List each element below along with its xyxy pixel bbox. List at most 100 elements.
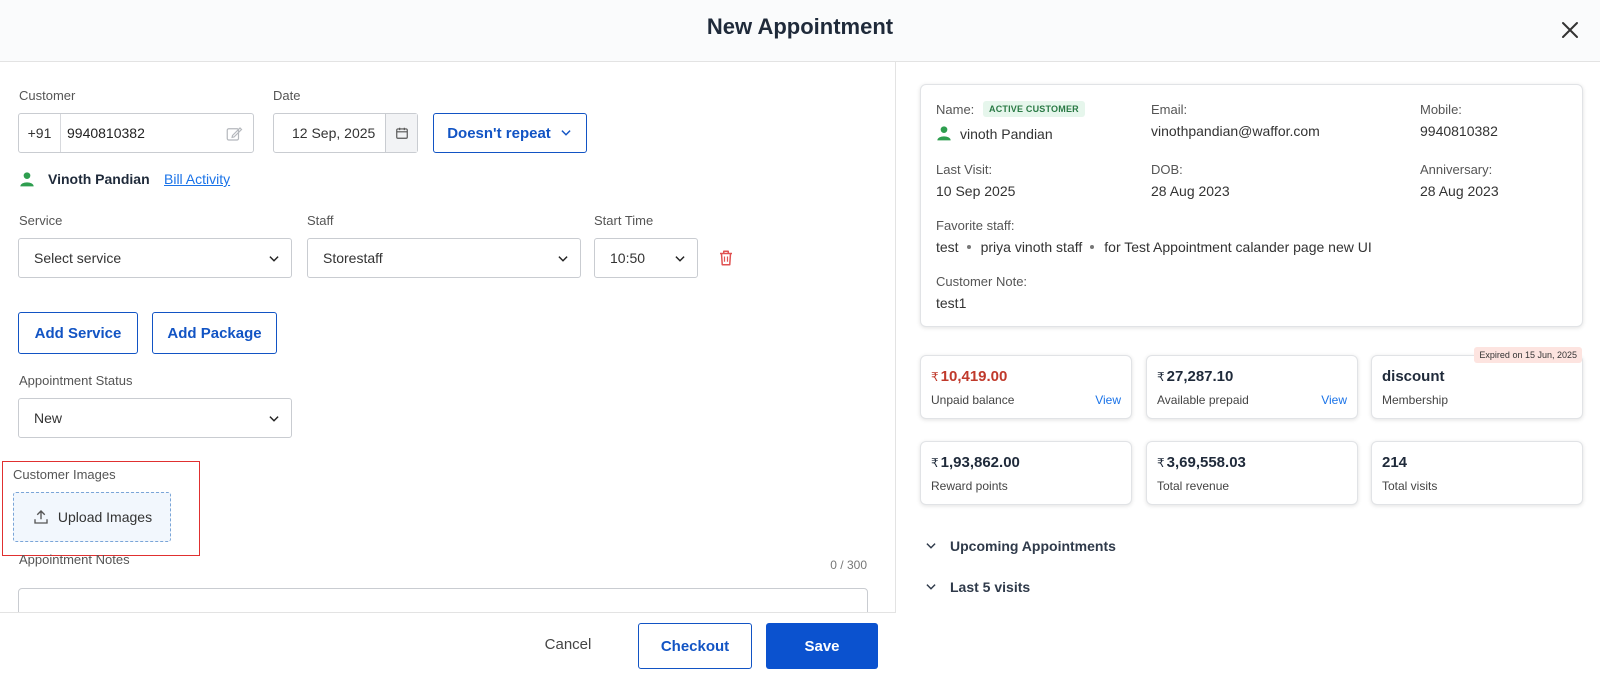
last-visits-label: Last 5 visits: [950, 579, 1031, 595]
favorite-staff-item: test: [936, 239, 959, 255]
membership-card: Expired on 15 Jun, 2025 discount Members…: [1371, 347, 1583, 419]
separator-dot: [1090, 245, 1095, 249]
revenue-amount: ₹3,69,558.03: [1157, 454, 1246, 471]
checkout-button[interactable]: Checkout: [638, 623, 752, 669]
profile-email: vinothpandian@waffor.com: [1151, 123, 1320, 139]
favorite-staff-label: Favorite staff:: [936, 218, 1015, 233]
chevron-down-icon: [558, 256, 568, 262]
favorite-staff-item: for Test Appointment calander page new U…: [1104, 239, 1372, 255]
bill-activity-link[interactable]: Bill Activity: [164, 171, 230, 187]
repeat-label: Doesn't repeat: [447, 124, 551, 142]
visits-amount: 214: [1382, 454, 1408, 471]
phone-prefix: +91: [19, 114, 61, 152]
prepaid-card: ₹27,287.10 Available prepaid View: [1146, 355, 1358, 419]
profile-dob: 28 Aug 2023: [1151, 183, 1230, 199]
reward-amount: ₹1,93,862.00: [931, 454, 1020, 471]
profile-last-visit: 10 Sep 2025: [936, 183, 1016, 199]
chevron-down-icon: [926, 584, 936, 590]
membership-expiry-badge: Expired on 15 Jun, 2025: [1474, 347, 1582, 363]
favorite-staff-list: test priya vinoth staff for Test Appoint…: [936, 239, 1372, 255]
chevron-down-icon: [675, 256, 685, 262]
customer-profile-card: Name: ACTIVE CUSTOMER vinoth Pandian Ema…: [920, 84, 1583, 327]
appointment-form: Customer +91 9940810382 Date 12 Sep, 202…: [0, 62, 896, 676]
person-icon: [20, 172, 34, 187]
service-label: Service: [19, 213, 63, 228]
upload-images-button[interactable]: Upload Images: [13, 492, 171, 542]
add-package-button[interactable]: Add Package: [152, 312, 277, 354]
notes-counter: 0 / 300: [830, 558, 867, 572]
date-label: Date: [273, 88, 301, 103]
form-footer: Cancel Checkout Save: [0, 612, 896, 676]
status-badge: ACTIVE CUSTOMER: [983, 101, 1085, 117]
last-visits-toggle[interactable]: Last 5 visits: [924, 579, 1030, 595]
customer-images-section: Customer Images Upload Images: [2, 461, 200, 556]
email-label: Email:: [1151, 102, 1188, 117]
name-label: Name:: [936, 102, 975, 117]
favorite-staff-item: priya vinoth staff: [980, 239, 1083, 255]
page-title: New Appointment: [706, 14, 894, 39]
customer-label: Customer: [19, 88, 76, 103]
start-time-select[interactable]: 10:50: [594, 238, 698, 278]
cancel-button[interactable]: Cancel: [518, 623, 618, 665]
profile-anniversary: 28 Aug 2023: [1420, 183, 1499, 199]
staff-label: Staff: [307, 213, 334, 228]
total-revenue-card: ₹3,69,558.03 Total revenue: [1146, 441, 1358, 505]
upcoming-appointments-label: Upcoming Appointments: [950, 538, 1116, 554]
customer-name: Vinoth Pandian: [48, 171, 150, 187]
start-time-label: Start Time: [594, 213, 654, 228]
service-select[interactable]: Select service: [18, 238, 292, 278]
start-time-value: 10:50: [610, 250, 646, 266]
chevron-down-icon: [926, 543, 936, 549]
unpaid-amount: ₹10,419.00: [931, 368, 1008, 385]
reward-points-card: ₹1,93,862.00 Reward points: [920, 441, 1132, 505]
add-service-button[interactable]: Add Service: [18, 312, 138, 354]
prepaid-view-link[interactable]: View: [1321, 393, 1347, 407]
customer-note-label: Customer Note:: [936, 274, 1028, 289]
mobile-label: Mobile:: [1420, 102, 1462, 117]
revenue-label: Total revenue: [1157, 479, 1230, 493]
date-value: 12 Sep, 2025: [292, 125, 376, 141]
customer-phone-field[interactable]: +91 9940810382: [18, 113, 254, 153]
chevron-down-icon: [269, 416, 279, 422]
notes-label: Appointment Notes: [19, 552, 130, 567]
upcoming-appointments-toggle[interactable]: Upcoming Appointments: [924, 538, 1116, 554]
total-visits-card: 214 Total visits: [1371, 441, 1583, 505]
anniversary-label: Anniversary:: [1420, 162, 1493, 177]
unpaid-view-link[interactable]: View: [1095, 393, 1121, 407]
person-icon: [937, 126, 951, 141]
calendar-button[interactable]: [385, 114, 417, 152]
chevron-down-icon: [269, 256, 279, 262]
customer-panel: Name: ACTIVE CUSTOMER vinoth Pandian Ema…: [897, 62, 1600, 676]
calendar-icon: [395, 127, 408, 139]
customer-images-label: Customer Images: [13, 467, 116, 482]
chevron-down-icon: [561, 130, 571, 136]
prepaid-label: Available prepaid: [1157, 393, 1249, 407]
upload-icon: [34, 510, 48, 524]
staff-select[interactable]: Storestaff: [307, 238, 581, 278]
date-field[interactable]: 12 Sep, 2025: [273, 113, 418, 153]
unpaid-label: Unpaid balance: [931, 393, 1015, 407]
prepaid-amount: ₹27,287.10: [1157, 368, 1234, 385]
service-value: Select service: [34, 250, 122, 266]
status-select[interactable]: New: [18, 398, 292, 438]
repeat-dropdown[interactable]: Doesn't repeat: [433, 113, 587, 153]
membership-label: Membership: [1382, 393, 1449, 407]
close-icon[interactable]: [1558, 18, 1582, 42]
upload-label: Upload Images: [57, 509, 153, 525]
edit-icon[interactable]: [225, 125, 243, 143]
profile-name: vinoth Pandian: [960, 126, 1053, 142]
trash-icon[interactable]: [717, 248, 735, 268]
unpaid-balance-card: ₹10,419.00 Unpaid balance View: [920, 355, 1132, 419]
profile-mobile: 9940810382: [1420, 123, 1498, 139]
visits-label: Total visits: [1382, 479, 1438, 493]
staff-value: Storestaff: [323, 250, 383, 266]
reward-label: Reward points: [931, 479, 1008, 493]
separator-dot: [966, 245, 971, 249]
membership-value: discount: [1382, 368, 1445, 385]
status-label: Appointment Status: [19, 373, 133, 388]
dob-label: DOB:: [1151, 162, 1183, 177]
save-button[interactable]: Save: [766, 623, 878, 669]
status-value: New: [34, 410, 63, 426]
phone-input[interactable]: 9940810382: [67, 114, 145, 152]
customer-note: test1: [936, 295, 967, 311]
